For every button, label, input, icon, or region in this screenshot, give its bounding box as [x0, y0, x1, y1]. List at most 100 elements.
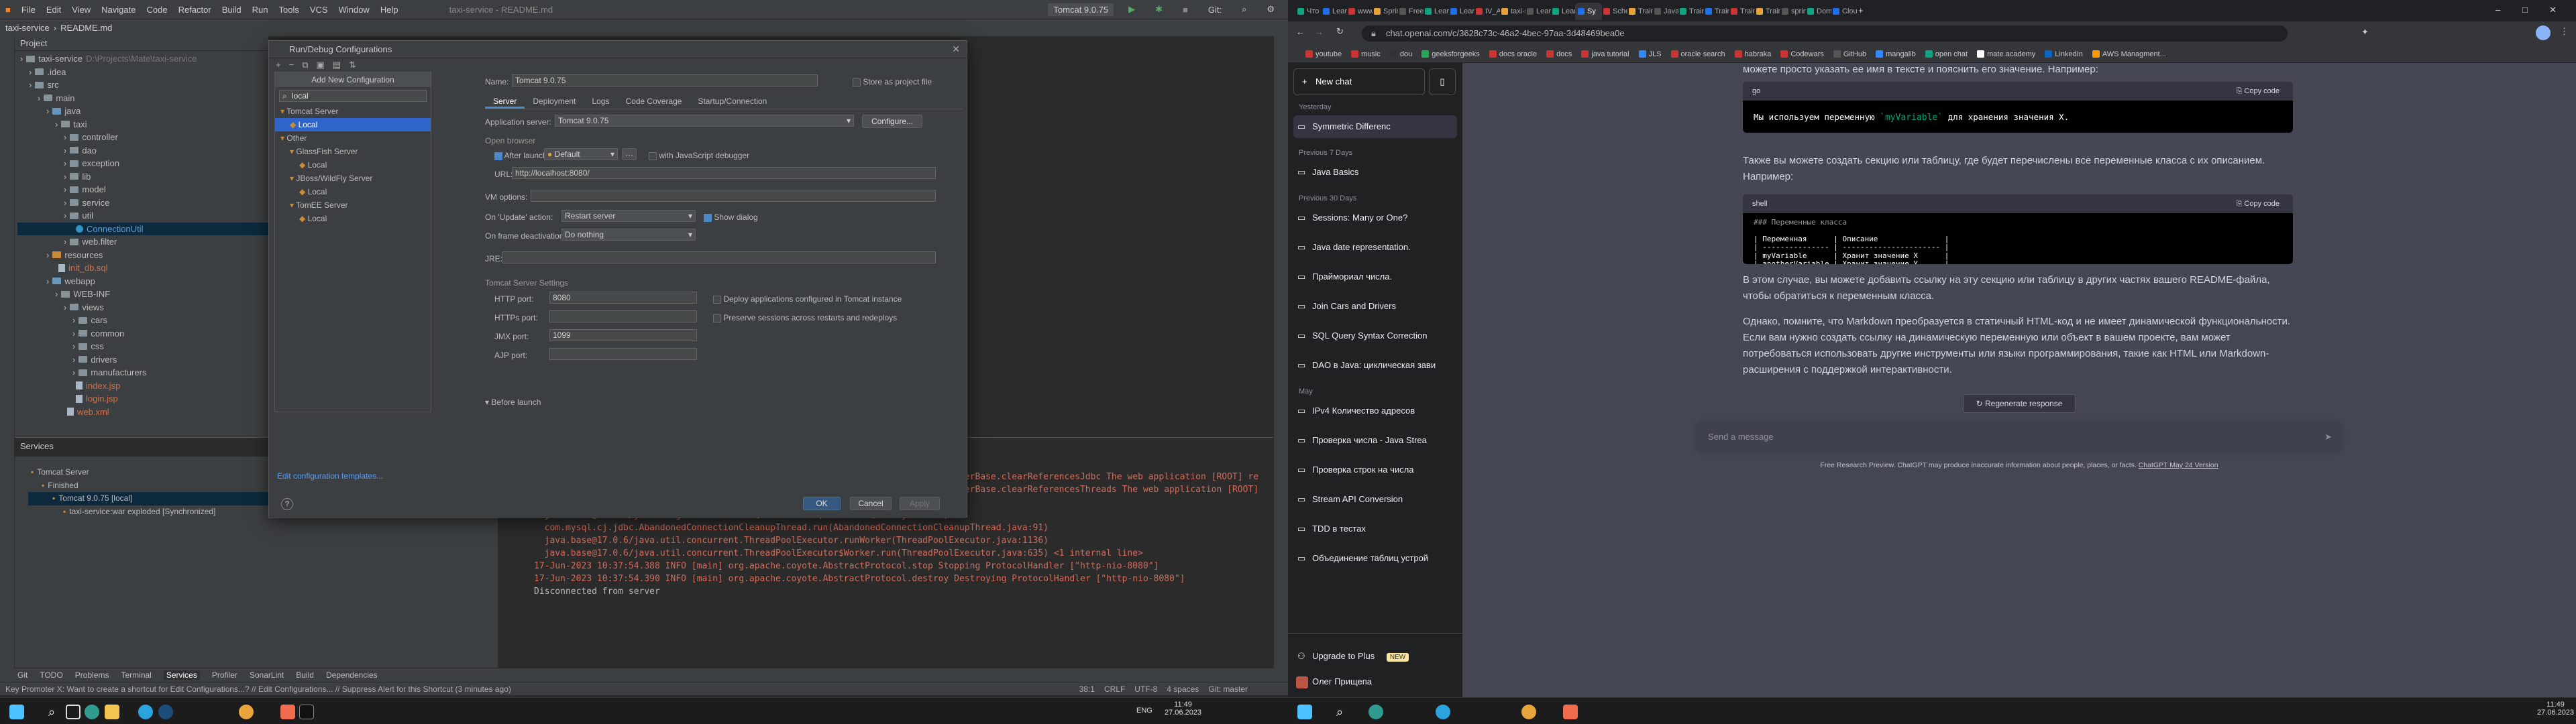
jmx-port-input[interactable]: 1099	[549, 329, 697, 341]
chevron-icon[interactable]: ›	[64, 196, 66, 210]
back-icon[interactable]: ←	[1296, 27, 1305, 37]
bookmark-3[interactable]: geeksforgeeks	[1421, 50, 1480, 58]
chevron-icon[interactable]: ›	[55, 118, 58, 131]
extensions-icon[interactable]: ✦	[2361, 27, 2369, 38]
menu-build[interactable]: Build	[217, 5, 247, 15]
menu-code[interactable]: Code	[141, 5, 172, 15]
breadcrumb-file[interactable]: README.md	[60, 23, 112, 33]
browser-tab[interactable]: Java S	[1652, 3, 1678, 20]
search-icon[interactable]: ⌕	[1332, 705, 1347, 719]
jre-input[interactable]	[502, 251, 936, 263]
browser-tab[interactable]: Что и...	[1295, 3, 1322, 20]
chevron-icon[interactable]: ›	[64, 170, 66, 184]
history-item[interactable]: ▭ Java Basics	[1293, 161, 1457, 184]
chevron-icon[interactable]: ›	[20, 52, 23, 66]
browser-tab[interactable]: Sched	[1601, 3, 1627, 20]
configure-button[interactable]: Configure...	[862, 115, 922, 128]
tree-row[interactable]: index.jsp	[17, 379, 268, 393]
menu-navigate[interactable]: Navigate	[96, 5, 141, 15]
tab-code-coverage[interactable]: Code Coverage	[617, 95, 690, 109]
explorer-icon[interactable]	[105, 705, 119, 719]
bottom-tab-problems[interactable]: Problems	[75, 670, 109, 680]
minimize-icon[interactable]: –	[2496, 5, 2500, 15]
bookmark-14[interactable]: mate.academy	[1977, 50, 2035, 58]
tree-row[interactable]: › controller	[17, 131, 268, 144]
tab-startup-connection[interactable]: Startup/Connection	[690, 95, 775, 109]
intellij-icon[interactable]	[280, 705, 295, 719]
store-as-project-file[interactable]: Store as project file	[853, 77, 932, 86]
breadcrumb-project[interactable]: taxi-service	[5, 23, 50, 33]
browser-tab[interactable]: taxi-se	[1499, 3, 1525, 20]
tree-row[interactable]: › util	[17, 209, 268, 223]
menu-help[interactable]: Help	[375, 5, 404, 15]
profile-icon[interactable]	[2536, 25, 2551, 40]
windows-start-icon[interactable]	[9, 705, 24, 719]
menu-file[interactable]: File	[16, 5, 41, 15]
bottom-tab-terminal[interactable]: Terminal	[121, 670, 151, 680]
browser-tab[interactable]: IV_AT	[1473, 3, 1500, 20]
chevron-icon[interactable]: ›	[55, 288, 58, 301]
browser-tab[interactable]: Learn	[1448, 3, 1474, 20]
tree-row[interactable]: › cars	[17, 314, 268, 327]
tree-row[interactable]: › .idea	[17, 66, 268, 79]
reload-icon[interactable]: ↻	[1336, 26, 1344, 37]
tree-row[interactable]: › main	[17, 92, 268, 105]
maximize-icon[interactable]: □	[2522, 5, 2528, 15]
browser-tab[interactable]: Cloudy	[1830, 3, 1857, 20]
chrome-icon[interactable]	[239, 705, 254, 719]
bottom-tab-todo[interactable]: TODO	[40, 670, 62, 680]
js-debugger[interactable]: with JavaScript debugger	[649, 151, 749, 160]
bookmark-8[interactable]: oracle search	[1670, 50, 1725, 58]
tab-deployment[interactable]: Deployment	[525, 95, 584, 109]
save-icon[interactable]: ▣	[316, 60, 324, 70]
browser-tab[interactable]: spring	[1779, 3, 1806, 20]
tree-row[interactable]: › common	[17, 327, 268, 341]
bottom-tab-services[interactable]: Services	[163, 670, 200, 680]
bookmark-13[interactable]: open chat	[1925, 50, 1968, 58]
frame-deactivation-select[interactable]: Do nothing ▾	[561, 229, 696, 241]
tray-lang[interactable]: ENG	[1136, 707, 1152, 715]
history-item[interactable]: ▭ Symmetric Differenc	[1293, 115, 1457, 138]
app-server-select[interactable]: Tomcat 9.0.75 ▾	[555, 115, 854, 127]
copy-icon[interactable]: ⧉	[302, 60, 308, 70]
status-item[interactable]: 38:1	[1079, 684, 1095, 694]
tree-row[interactable]: login.jsp	[17, 392, 268, 406]
search-icon[interactable]: ⌕	[44, 705, 59, 719]
close-icon[interactable]: ✕	[952, 44, 960, 55]
browser-tab[interactable]: Domo	[1805, 3, 1831, 20]
search-icon[interactable]: ⌕	[1236, 4, 1252, 15]
history-item[interactable]: ▭ IPv4 Количество адресов	[1293, 400, 1457, 422]
config-tree-item[interactable]: ▾ Other	[275, 131, 431, 145]
after-launch[interactable]: After launch	[494, 151, 547, 160]
chevron-icon[interactable]: ›	[64, 301, 66, 314]
browser-tab[interactable]: Learn	[1524, 3, 1551, 20]
chevron-icon[interactable]: ›	[64, 144, 66, 158]
status-item[interactable]: UTF-8	[1134, 684, 1157, 694]
tree-row[interactable]: › web.filter	[17, 235, 268, 249]
config-tree-item[interactable]: ◆ Local	[275, 158, 431, 172]
bookmark-4[interactable]: docs oracle	[1489, 50, 1537, 58]
history-item[interactable]: ▭ DAO в Java: циклическая зави	[1293, 354, 1457, 377]
browser-tab[interactable]: Sy	[1575, 3, 1602, 20]
stop-icon[interactable]: ■	[1177, 5, 1193, 15]
status-item[interactable]: 4 spaces	[1167, 684, 1199, 694]
status-item[interactable]: CRLF	[1104, 684, 1125, 694]
new-chat-button[interactable]: + New chat	[1293, 68, 1425, 95]
tree-row[interactable]: › manufacturers	[17, 366, 268, 379]
tree-row[interactable]: ConnectionUtil	[17, 222, 268, 235]
name-input[interactable]: Tomcat 9.0.75	[512, 74, 818, 86]
footer-link[interactable]: ChatGPT May 24 Version	[2139, 461, 2218, 469]
bookmark-0[interactable]: youtube	[1305, 50, 1342, 58]
message-input[interactable]: Send a message ➤	[1697, 422, 2341, 452]
bookmark-1[interactable]: music	[1351, 50, 1381, 58]
add-icon[interactable]: +	[276, 60, 281, 70]
chevron-icon[interactable]: ›	[64, 131, 66, 144]
http-port-input[interactable]: 8080	[549, 292, 697, 304]
chrome-icon[interactable]	[1521, 705, 1536, 719]
deploy-apps-checkbox[interactable]	[713, 295, 721, 304]
task-view-icon[interactable]	[66, 705, 80, 719]
chevron-icon[interactable]: ›	[29, 78, 32, 92]
config-tree-item[interactable]: ▾ Tomcat Server	[275, 105, 431, 118]
tab-server[interactable]: Server	[485, 95, 525, 109]
bookmark-16[interactable]: AWS Managment...	[2092, 50, 2166, 58]
